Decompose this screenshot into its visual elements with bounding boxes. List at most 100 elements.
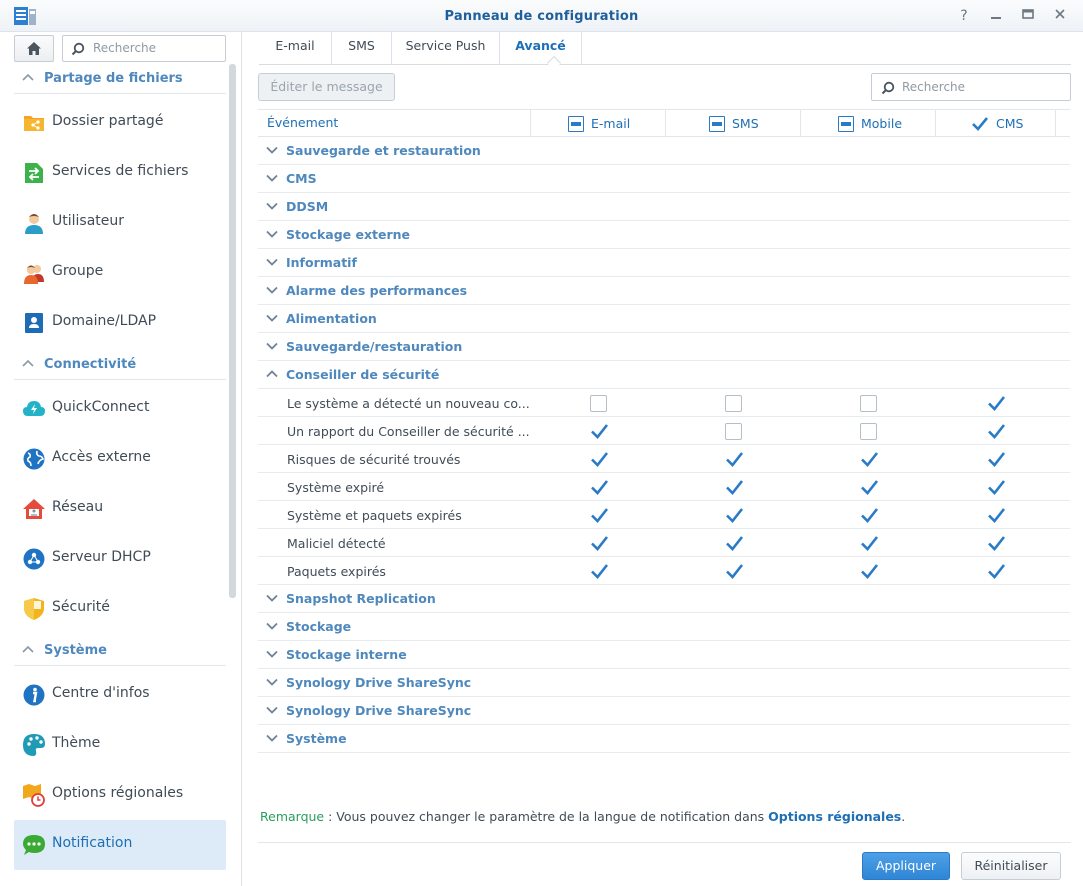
grid-search[interactable] xyxy=(871,73,1071,101)
sidebar-item-info-center[interactable]: Centre d'infos xyxy=(14,670,226,720)
sidebar-item-group[interactable]: Groupe xyxy=(14,248,226,298)
group-row[interactable]: Conseiller de sécurité xyxy=(258,361,1070,389)
home-button[interactable] xyxy=(14,35,54,62)
sidebar-scrollbar[interactable] xyxy=(229,64,236,598)
sidebar-search-input[interactable] xyxy=(93,41,221,55)
reset-button[interactable]: Réinitialiser xyxy=(961,852,1061,880)
column-email-label: E-mail xyxy=(591,115,631,131)
regional-options-link[interactable]: Options régionales xyxy=(768,809,901,824)
event-checkbox[interactable] xyxy=(987,451,1006,468)
edit-message-button[interactable]: Éditer le message xyxy=(258,73,395,101)
event-checkbox[interactable] xyxy=(860,395,877,412)
event-checkbox[interactable] xyxy=(725,507,744,524)
event-checkbox[interactable] xyxy=(987,479,1006,496)
header-checkbox-email[interactable] xyxy=(568,115,584,132)
checkmark-icon xyxy=(591,508,609,523)
group-row[interactable]: Sauvegarde et restauration xyxy=(258,137,1070,165)
group-row[interactable]: Sauvegarde/restauration xyxy=(258,333,1070,361)
event-checkbox[interactable] xyxy=(590,507,609,524)
event-checkbox[interactable] xyxy=(590,451,609,468)
event-checkbox[interactable] xyxy=(590,395,607,412)
grid-search-input[interactable] xyxy=(902,80,1062,94)
sidebar-item-regional-options[interactable]: Options régionales xyxy=(14,770,226,820)
group-row[interactable]: Stockage interne xyxy=(258,641,1070,669)
section-connectivity[interactable]: Connectivité xyxy=(14,350,226,380)
tab-sms[interactable]: SMS xyxy=(331,32,391,64)
event-checkbox[interactable] xyxy=(590,423,609,440)
close-icon[interactable] xyxy=(1051,7,1069,25)
section-label: Système xyxy=(44,643,107,658)
chevron-down-icon xyxy=(266,202,278,210)
sidebar-item-quickconnect[interactable]: QuickConnect xyxy=(14,384,226,434)
chevron-up-icon xyxy=(22,359,34,367)
group-row[interactable]: Informatif xyxy=(258,249,1070,277)
column-cms[interactable]: CMS xyxy=(971,110,1023,137)
event-checkbox[interactable] xyxy=(725,451,744,468)
remark-end: . xyxy=(901,809,906,824)
group-row[interactable]: Stockage xyxy=(258,613,1070,641)
event-checkbox[interactable] xyxy=(590,535,609,552)
sidebar-item-shared-folder[interactable]: Dossier partagé xyxy=(14,98,226,148)
group-row[interactable]: Alarme des performances xyxy=(258,277,1070,305)
sidebar-item-external-access[interactable]: Accès externe xyxy=(14,434,226,484)
header-checkbox-cms[interactable] xyxy=(971,115,989,133)
event-checkbox[interactable] xyxy=(860,423,877,440)
group-label: Snapshot Replication xyxy=(286,591,436,606)
sidebar-search[interactable] xyxy=(62,35,226,62)
group-row[interactable]: Système xyxy=(258,725,1070,753)
sidebar-item-user[interactable]: Utilisateur xyxy=(14,198,226,248)
header-checkbox-mobile[interactable] xyxy=(838,115,854,132)
event-checkbox[interactable] xyxy=(860,451,879,468)
sidebar-item-theme[interactable]: Thème xyxy=(14,720,226,770)
event-checkbox[interactable] xyxy=(725,535,744,552)
checkmark-icon xyxy=(726,536,744,551)
event-checkbox[interactable] xyxy=(987,535,1006,552)
sidebar-item-dhcp-server[interactable]: Serveur DHCP xyxy=(14,534,226,584)
event-checkbox[interactable] xyxy=(987,507,1006,524)
sidebar-item-label: Sécurité xyxy=(52,599,110,615)
help-icon[interactable]: ? xyxy=(955,7,973,25)
maximize-icon[interactable] xyxy=(1019,7,1037,25)
group-row[interactable]: CMS xyxy=(258,165,1070,193)
grid-header: Événement E-mail SMS Mobile CMS xyxy=(258,109,1070,137)
event-checkbox[interactable] xyxy=(725,423,742,440)
group-row[interactable]: Synology Drive ShareSync xyxy=(258,669,1070,697)
group-row[interactable]: DDSM xyxy=(258,193,1070,221)
section-system[interactable]: Système xyxy=(14,636,226,666)
column-event[interactable]: Événement xyxy=(267,110,338,137)
sidebar-item-network[interactable]: Réseau xyxy=(14,484,226,534)
column-sms[interactable]: SMS xyxy=(709,110,759,137)
checkmark-icon xyxy=(861,508,879,523)
group-row[interactable]: Synology Drive ShareSync xyxy=(258,697,1070,725)
event-checkbox[interactable] xyxy=(725,563,744,580)
tab-email[interactable]: E-mail xyxy=(259,32,331,64)
checkmark-icon xyxy=(988,564,1006,579)
event-checkbox[interactable] xyxy=(725,479,744,496)
event-checkbox[interactable] xyxy=(590,563,609,580)
sidebar-item-security[interactable]: Sécurité xyxy=(14,584,226,634)
column-email[interactable]: E-mail xyxy=(568,110,630,137)
event-checkbox[interactable] xyxy=(725,395,742,412)
header-checkbox-sms[interactable] xyxy=(709,115,725,132)
section-file-sharing[interactable]: Partage de fichiers xyxy=(14,64,226,94)
event-checkbox[interactable] xyxy=(860,535,879,552)
event-checkbox[interactable] xyxy=(860,563,879,580)
event-checkbox[interactable] xyxy=(987,395,1006,412)
tab-service-push[interactable]: Service Push xyxy=(391,32,499,64)
column-mobile[interactable]: Mobile xyxy=(838,110,902,137)
tab-advanced[interactable]: Avancé xyxy=(499,32,581,64)
sidebar-item-notification[interactable]: Notification xyxy=(14,820,226,870)
chevron-down-icon xyxy=(266,286,278,294)
event-checkbox[interactable] xyxy=(860,479,879,496)
event-checkbox[interactable] xyxy=(860,507,879,524)
sidebar-item-file-services[interactable]: Services de fichiers xyxy=(14,148,226,198)
apply-button[interactable]: Appliquer xyxy=(862,852,950,880)
group-row[interactable]: Stockage externe xyxy=(258,221,1070,249)
event-checkbox[interactable] xyxy=(987,563,1006,580)
group-row[interactable]: Alimentation xyxy=(258,305,1070,333)
sidebar-item-domain-ldap[interactable]: Domaine/LDAP xyxy=(14,298,226,348)
event-checkbox[interactable] xyxy=(987,423,1006,440)
group-row[interactable]: Snapshot Replication xyxy=(258,585,1070,613)
event-checkbox[interactable] xyxy=(590,479,609,496)
minimize-icon[interactable] xyxy=(987,7,1005,25)
